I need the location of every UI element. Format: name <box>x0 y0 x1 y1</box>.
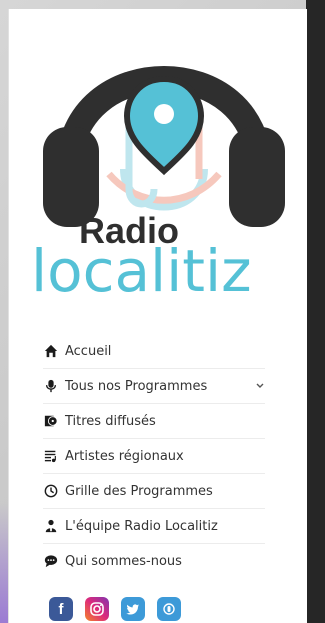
nav-item-equipe[interactable]: L'équipe Radio Localitiz <box>43 509 265 544</box>
main-content-panel <box>306 0 325 623</box>
nav-label: Grille des Programmes <box>65 483 213 499</box>
nav-item-qui-sommes-nous[interactable]: Qui sommes-nous <box>43 544 265 578</box>
playlist-icon <box>43 448 59 464</box>
nav-item-grille[interactable]: Grille des Programmes <box>43 474 265 509</box>
chevron-down-icon[interactable] <box>255 381 265 391</box>
nav-item-titres[interactable]: Titres diffusés <box>43 404 265 439</box>
nav-label: Accueil <box>65 343 112 359</box>
nav-label: Qui sommes-nous <box>65 553 182 569</box>
facebook-icon[interactable]: f <box>49 597 73 621</box>
instagram-icon[interactable] <box>85 597 109 621</box>
clock-icon <box>43 483 59 499</box>
nav-label: Tous nos Programmes <box>65 378 208 394</box>
nav-item-programmes[interactable]: Tous nos Programmes <box>43 369 265 404</box>
social-links: f <box>49 597 181 621</box>
podcast-icon[interactable] <box>157 597 181 621</box>
record-icon <box>43 413 59 429</box>
nav-label: L'équipe Radio Localitiz <box>65 518 218 534</box>
twitter-icon[interactable] <box>121 597 145 621</box>
nav-item-artistes[interactable]: Artistes régionaux <box>43 439 265 474</box>
radio-localitiz-logo[interactable]: Radio localitiz <box>29 19 299 299</box>
home-icon <box>43 343 59 359</box>
logo-text-localitiz: localitiz <box>31 237 252 299</box>
microphone-icon <box>43 378 59 394</box>
team-icon <box>43 518 59 534</box>
chat-icon <box>43 553 59 569</box>
main-navigation: Accueil Tous nos Programmes Titres diffu… <box>43 334 265 578</box>
nav-item-accueil[interactable]: Accueil <box>43 334 265 369</box>
nav-label: Titres diffusés <box>65 413 156 429</box>
sidebar: Radio localitiz Accueil Tous nos Program… <box>8 9 307 623</box>
nav-label: Artistes régionaux <box>65 448 184 464</box>
